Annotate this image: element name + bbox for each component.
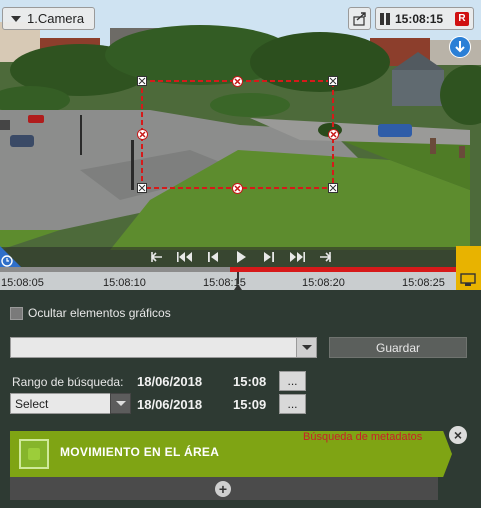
zone-handle-bottom-left[interactable]	[137, 183, 147, 193]
area-motion-icon	[19, 439, 49, 469]
zone-handle-top-left[interactable]	[137, 76, 147, 86]
interval-select-value: Select	[15, 396, 49, 411]
window-icon	[460, 273, 476, 286]
go-to-start-icon	[150, 252, 162, 262]
clock-icon[interactable]	[0, 246, 22, 268]
fast-forward-icon	[290, 252, 305, 262]
timeline-tick: 15:08:20	[302, 277, 345, 289]
preset-dropdown[interactable]	[10, 337, 317, 358]
timeline-tick: 15:08:05	[1, 277, 44, 289]
metadata-search-tag: Búsqueda de metadatos	[303, 431, 423, 443]
zone-midpoint-top[interactable]	[232, 76, 243, 87]
step-forward-button[interactable]	[257, 249, 281, 265]
timeline-cursor[interactable]	[234, 272, 242, 290]
hide-graphics-label: Ocultar elementos gráficos	[28, 306, 171, 320]
zone-handle-top-right[interactable]	[328, 76, 338, 86]
go-to-end-icon	[320, 252, 332, 262]
zone-handle-bottom-right[interactable]	[328, 183, 338, 193]
add-condition-button[interactable]: +	[215, 481, 231, 497]
fast-forward-button[interactable]	[285, 249, 309, 265]
interval-select[interactable]: Select	[10, 393, 111, 414]
hide-graphics-checkbox[interactable]	[10, 307, 23, 320]
camera-selector-button[interactable]: 1.Camera	[2, 7, 95, 30]
timeline-tick: 15:08:25	[402, 277, 445, 289]
range-to-picker-button[interactable]: ...	[279, 394, 306, 414]
dropdown-triangle-icon	[11, 15, 21, 22]
range-from-picker-button[interactable]: ...	[279, 371, 306, 391]
camera-label: 1.Camera	[27, 11, 85, 26]
range-to-date[interactable]: 18/06/2018	[137, 397, 202, 412]
fast-rewind-button[interactable]	[173, 249, 197, 265]
playback-controls	[145, 249, 337, 265]
play-icon	[237, 251, 246, 263]
metadata-card-title: MOVIMIENTO EN EL ÁREA	[60, 445, 220, 459]
download-button[interactable]	[449, 36, 471, 58]
timeline-recording-bar	[230, 267, 456, 272]
export-button[interactable]	[348, 7, 371, 30]
search-range-label: Rango de búsqueda:	[12, 375, 124, 389]
save-button[interactable]: Guardar	[329, 337, 467, 358]
video-viewport[interactable]: 1.Camera 15:08:15 R 15:08:05 15:08:10 15…	[0, 0, 481, 290]
timeline-tick: 15:08:10	[103, 277, 146, 289]
step-back-icon	[208, 252, 218, 262]
layout-corner[interactable]	[456, 246, 481, 290]
step-back-button[interactable]	[201, 249, 225, 265]
chevron-down-icon	[301, 345, 312, 350]
download-arrow-icon	[455, 41, 465, 53]
playback-status-box[interactable]: 15:08:15 R	[375, 7, 474, 30]
recording-badge: R	[455, 11, 469, 26]
chevron-down-icon	[115, 401, 126, 406]
range-from-date[interactable]: 18/06/2018	[137, 374, 202, 389]
go-to-end-button[interactable]	[313, 249, 337, 265]
zone-midpoint-bottom[interactable]	[232, 183, 243, 194]
preset-dropdown-arrow[interactable]	[296, 338, 316, 357]
zone-midpoint-right[interactable]	[328, 129, 339, 140]
interval-select-arrow[interactable]	[110, 393, 131, 414]
fast-rewind-icon	[177, 252, 192, 262]
close-icon[interactable]: ×	[449, 426, 467, 444]
go-to-start-button[interactable]	[145, 249, 169, 265]
step-forward-icon	[264, 252, 274, 262]
pause-icon[interactable]	[380, 12, 390, 25]
play-button[interactable]	[229, 249, 253, 265]
export-icon	[352, 11, 366, 26]
zone-midpoint-left[interactable]	[137, 129, 148, 140]
current-time: 15:08:15	[395, 11, 444, 26]
range-to-time[interactable]: 15:09	[233, 397, 266, 412]
range-from-time[interactable]: 15:08	[233, 374, 266, 389]
